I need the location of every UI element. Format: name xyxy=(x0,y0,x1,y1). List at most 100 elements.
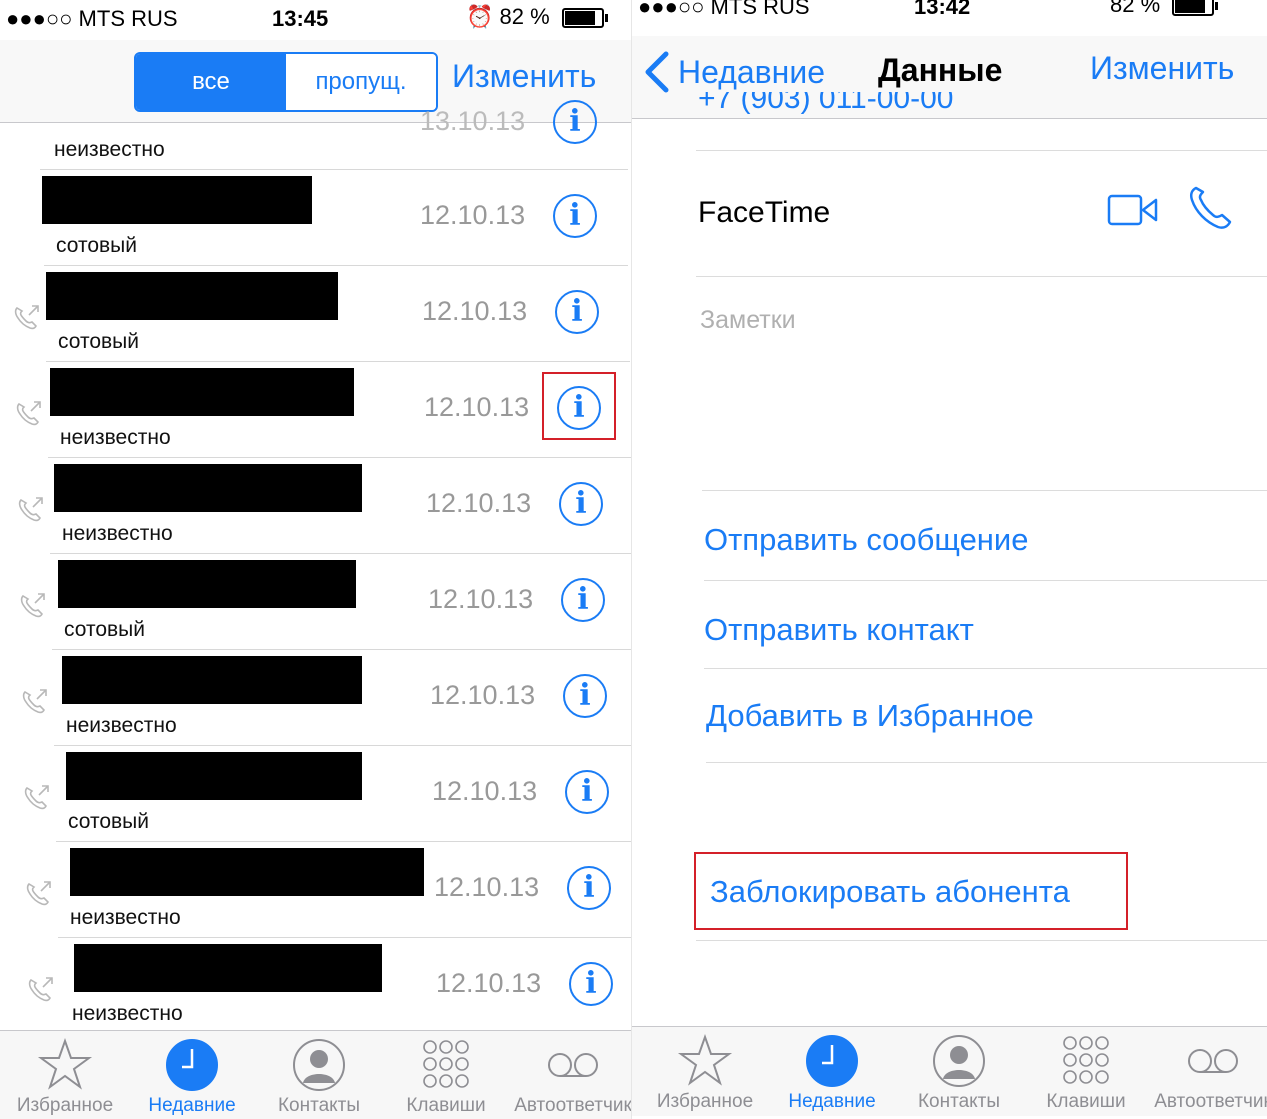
call-date: 12.10.13 xyxy=(432,776,538,806)
tab-label: Автоответчик xyxy=(1154,1091,1267,1112)
tab-label: Избранное xyxy=(16,1095,114,1116)
recents-screen: ●●●○○ MTS RUS 13:45 ⏰ 82 % все пропущ. И… xyxy=(0,0,632,1119)
outgoing-call-icon xyxy=(18,497,43,522)
call-date: 13.10.13 xyxy=(420,106,526,136)
call-type: сотовый xyxy=(68,810,149,833)
tab-star[interactable]: Избранное xyxy=(642,1033,768,1113)
block-highlight-box xyxy=(694,852,1128,930)
call-date: 12.10.13 xyxy=(426,488,532,518)
call-row[interactable]: неизвестно 12.10.13 i xyxy=(0,842,632,938)
call-date: 12.10.13 xyxy=(436,968,542,998)
back-button[interactable]: Недавние xyxy=(678,54,825,91)
info-button[interactable]: i xyxy=(559,482,603,526)
clock-label: 13:45 xyxy=(272,6,329,31)
outgoing-call-icon xyxy=(20,593,45,618)
alarm-icon: ⏰ xyxy=(466,4,494,29)
call-row-partial[interactable]: 13.10.13 неизвестно i xyxy=(0,100,628,170)
tab-clock[interactable]: Недавние xyxy=(769,1033,895,1113)
keypad-icon xyxy=(383,1037,509,1093)
call-date: 12.10.13 xyxy=(424,392,530,422)
redacted-name xyxy=(58,560,356,608)
tab-bar: Избранное Недавние Контакты Клавиши Автоотве… xyxy=(632,1026,1267,1116)
call-row[interactable]: неизвестно 12.10.13 i xyxy=(0,938,632,1034)
carrier-label: ●●●○○ MTS RUS xyxy=(6,6,178,31)
info-button[interactable]: i xyxy=(569,962,613,1006)
call-row[interactable]: сотовый 12.10.13 i xyxy=(0,170,628,266)
info-button[interactable]: i xyxy=(561,578,605,622)
back-chevron-icon[interactable] xyxy=(640,50,674,94)
call-row[interactable]: неизвестно 12.10.13 i xyxy=(0,650,632,746)
battery-indicator: 82 % xyxy=(1110,0,1219,18)
tab-clock[interactable]: Недавние xyxy=(129,1037,255,1117)
segment-all[interactable]: все xyxy=(136,54,286,110)
tab-label: Автоответчик xyxy=(514,1095,632,1116)
clock-icon xyxy=(129,1037,255,1093)
tab-label: Контакты xyxy=(277,1095,361,1116)
clock-icon xyxy=(769,1033,895,1089)
send-message-button[interactable]: Отправить сообщение xyxy=(704,522,1029,558)
tab-star[interactable]: Избранное xyxy=(2,1037,128,1117)
edit-button[interactable]: Изменить xyxy=(1090,50,1234,87)
segment-missed[interactable]: пропущ. xyxy=(286,54,436,110)
info-button[interactable]: i xyxy=(567,866,611,910)
outgoing-call-icon xyxy=(24,785,49,810)
call-type: сотовый xyxy=(64,618,145,641)
battery-percent: 82 % xyxy=(1110,0,1161,17)
facetime-video-icon[interactable] xyxy=(1106,190,1160,230)
voicemail-icon xyxy=(1150,1033,1267,1089)
info-button[interactable]: i xyxy=(565,770,609,814)
star-icon xyxy=(642,1033,768,1089)
tab-bar: Избранное Недавние Контакты Клавиши Автоотве… xyxy=(0,1030,632,1119)
call-row[interactable]: сотовый 12.10.13 i xyxy=(0,554,632,650)
outgoing-call-icon xyxy=(14,305,39,330)
facetime-label: FaceTime xyxy=(698,196,831,229)
tab-keypad[interactable]: Клавиши xyxy=(1023,1033,1149,1113)
filter-segmented-control: все пропущ. xyxy=(134,52,438,112)
battery-indicator: ⏰ 82 % xyxy=(466,4,608,30)
outgoing-call-icon xyxy=(28,977,53,1002)
send-contact-button[interactable]: Отправить контакт xyxy=(704,612,974,648)
tab-voicemail[interactable]: Автоответчик xyxy=(1150,1033,1267,1113)
outgoing-call-icon xyxy=(22,689,47,714)
redacted-name xyxy=(54,464,362,512)
redacted-name xyxy=(62,656,362,704)
page-title: Данные xyxy=(878,52,1003,88)
call-date: 12.10.13 xyxy=(434,872,540,902)
info-button[interactable]: i xyxy=(553,194,597,238)
notes-label[interactable]: Заметки xyxy=(700,306,796,335)
tab-label: Недавние xyxy=(148,1095,236,1116)
status-bar: ●●●○○ MTS RUS 13:42 82 % xyxy=(632,0,1267,40)
call-row[interactable]: сотовый 12.10.13 i xyxy=(0,746,632,842)
facetime-audio-icon[interactable] xyxy=(1186,184,1236,232)
tab-voicemail[interactable]: Автоответчик xyxy=(510,1037,632,1117)
info-button[interactable]: i xyxy=(563,674,607,718)
call-date: 12.10.13 xyxy=(420,200,526,230)
tab-person[interactable]: Контакты xyxy=(256,1037,382,1117)
battery-icon xyxy=(561,8,608,29)
edit-button[interactable]: Изменить xyxy=(452,58,596,95)
redacted-name xyxy=(70,848,424,896)
call-type: неизвестно xyxy=(54,138,165,161)
tab-label: Избранное xyxy=(656,1091,754,1112)
info-button[interactable]: i xyxy=(555,290,599,334)
redacted-name xyxy=(42,176,312,224)
info-button[interactable]: i xyxy=(553,100,597,144)
phone-number: +7 (903) 011-00-00 xyxy=(698,92,954,115)
voicemail-icon xyxy=(510,1037,632,1093)
phone-number-row[interactable]: +7 (903) 011-00-00 xyxy=(698,92,1258,150)
call-row[interactable]: сотовый 12.10.13 i xyxy=(0,266,630,362)
star-icon xyxy=(2,1037,128,1093)
call-row[interactable]: неизвестно 12.10.13 i xyxy=(0,362,632,458)
call-type: неизвестно xyxy=(66,714,177,737)
call-date: 12.10.13 xyxy=(430,680,536,710)
call-date: 12.10.13 xyxy=(428,584,534,614)
redacted-name xyxy=(46,272,338,320)
call-type: неизвестно xyxy=(60,426,171,449)
keypad-icon xyxy=(1023,1033,1149,1089)
clock-label: 13:42 xyxy=(914,0,971,19)
call-row[interactable]: неизвестно 12.10.13 i xyxy=(0,458,632,554)
tab-person[interactable]: Контакты xyxy=(896,1033,1022,1113)
add-to-favorites-button[interactable]: Добавить в Избранное xyxy=(706,698,1034,734)
tab-keypad[interactable]: Клавиши xyxy=(383,1037,509,1117)
outgoing-call-icon xyxy=(26,881,51,906)
